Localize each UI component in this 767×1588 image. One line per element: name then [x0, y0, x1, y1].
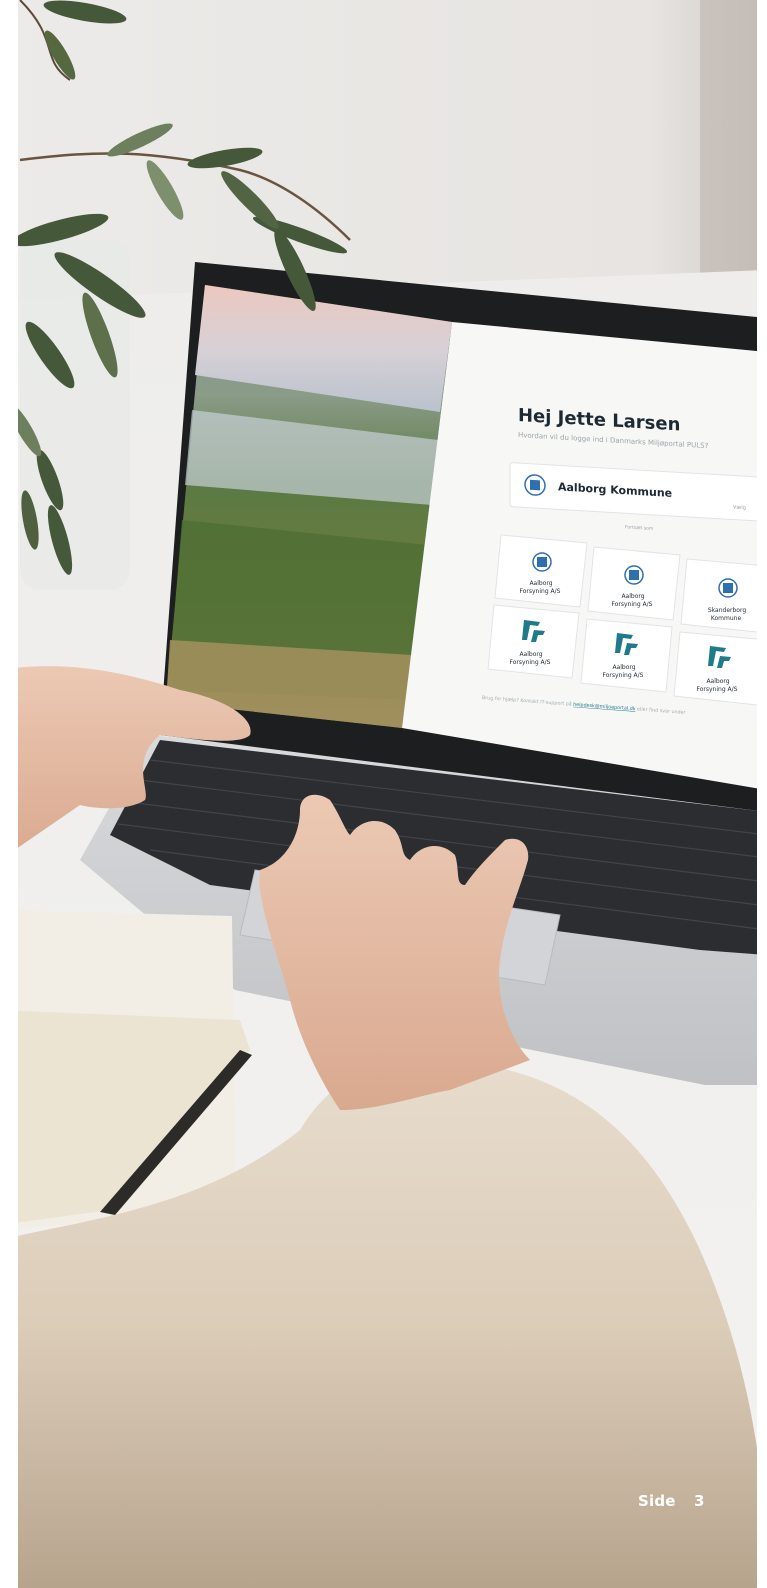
tile-line1: Aalborg — [621, 593, 644, 600]
photo-scene: Hej Jette Larsen Hvordan vil du logge in… — [0, 0, 767, 1588]
tile-line1: Aalborg — [706, 678, 729, 685]
org-tile[interactable]: Aalborg Forsyning A/S — [587, 546, 681, 621]
wall-shadow — [700, 0, 767, 300]
page: Hej Jette Larsen Hvordan vil du logge in… — [0, 0, 767, 1588]
left-margin — [0, 0, 18, 1588]
tile-line2: Forsyning A/S — [697, 686, 738, 693]
page-number: 3 — [694, 1492, 705, 1510]
tile-line2: Forsyning A/S — [612, 601, 653, 608]
tile-line1: Skanderborg — [708, 607, 746, 614]
tile-line2: Kommune — [711, 615, 742, 622]
right-margin — [757, 0, 767, 1588]
primary-org-select: Vælg — [733, 505, 746, 512]
tile-line2: Forsyning A/S — [603, 672, 644, 679]
page-label: Side — [638, 1492, 676, 1510]
org-tile[interactable]: Skanderborg Kommune — [680, 558, 767, 634]
org-tile[interactable]: Aalborg Forsyning A/S — [580, 618, 673, 693]
tile-line1: Aalborg — [519, 651, 542, 658]
tile-line2: Forsyning A/S — [510, 659, 551, 666]
org-tile[interactable]: Aalborg Forsyning A/S — [494, 534, 588, 608]
tile-line1: Aalborg — [529, 580, 552, 587]
tile-line1: Aalborg — [612, 664, 635, 671]
org-tile[interactable]: Aalborg Forsyning A/S — [673, 631, 767, 707]
org-tile[interactable]: Aalborg Forsyning A/S — [487, 604, 580, 679]
tile-line2: Forsyning A/S — [520, 588, 561, 595]
